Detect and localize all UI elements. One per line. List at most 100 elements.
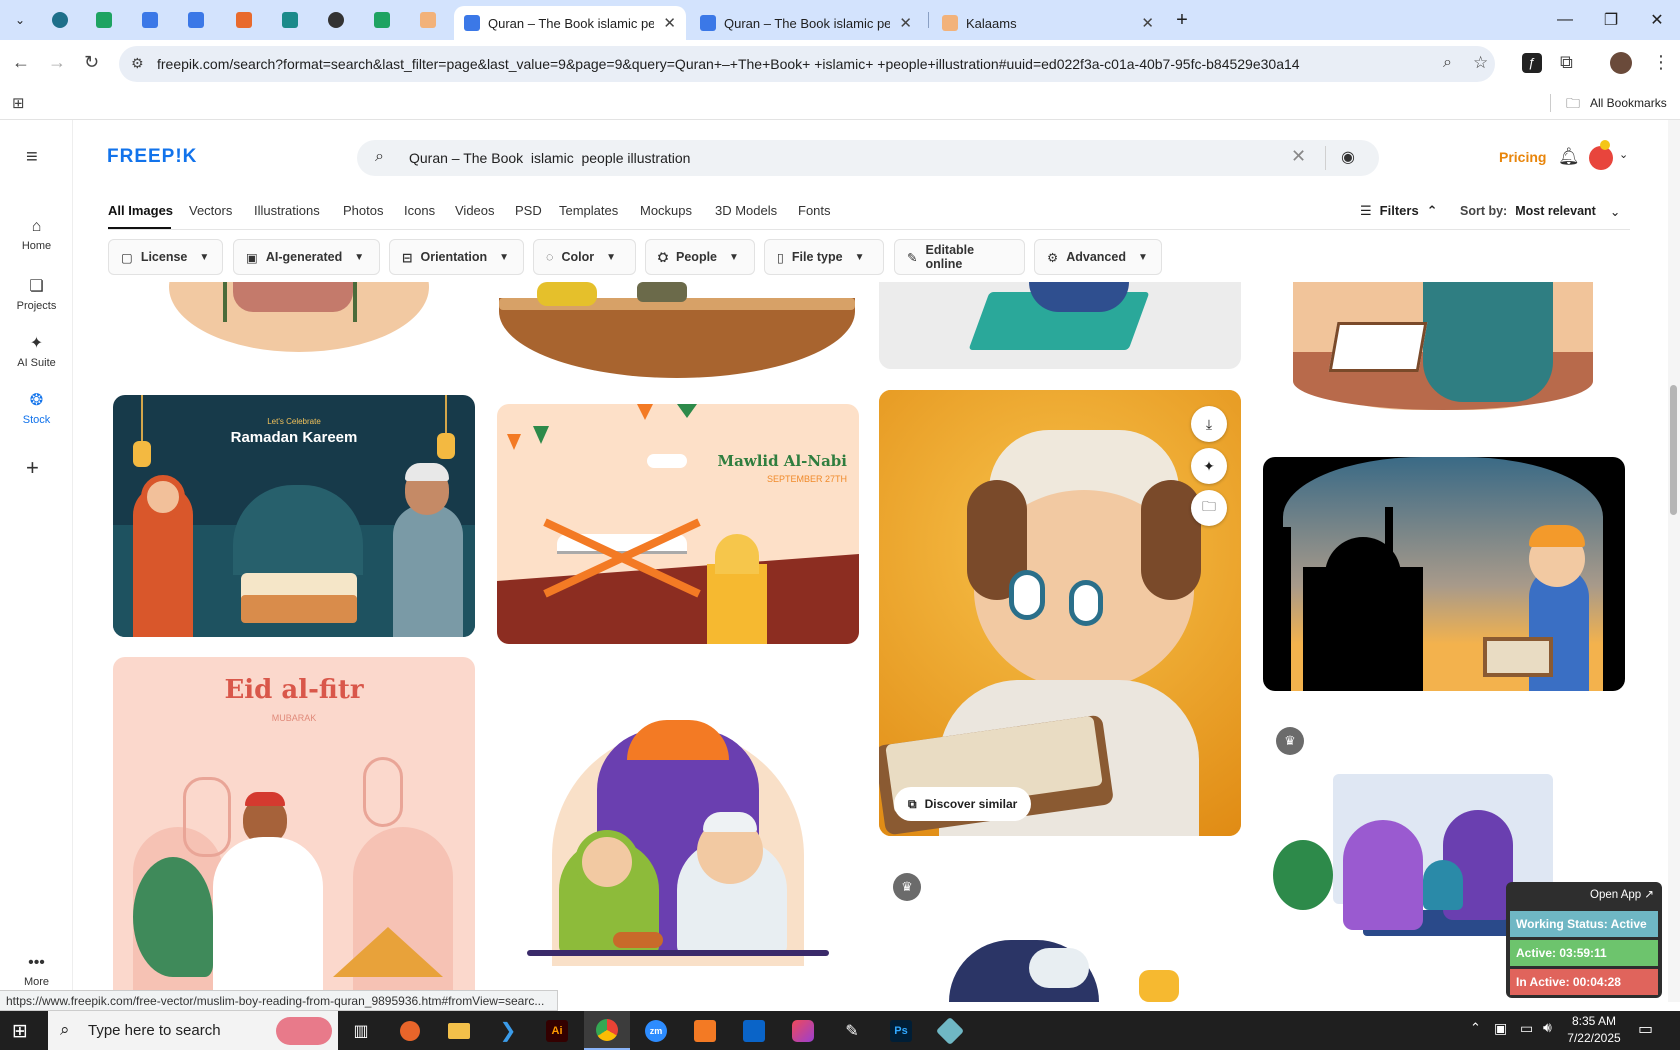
result-card[interactable] (1263, 282, 1625, 410)
save-to-folder-button[interactable]: 🗀 (1191, 490, 1227, 526)
scrollbar-thumb[interactable] (1670, 385, 1677, 515)
pen-tool-icon[interactable]: ✎ (829, 1011, 875, 1050)
filter-advanced[interactable]: ⚙ Advanced ▼ (1034, 239, 1162, 275)
camera-search-icon[interactable]: ◉ (1341, 147, 1355, 167)
notification-icon[interactable]: ▭ (1638, 1019, 1653, 1039)
hamburger-menu-icon[interactable]: ≡ (26, 146, 38, 169)
address-bar[interactable]: ⚙ freepik.com/search?format=search&last_… (119, 46, 1495, 82)
zoom-icon[interactable]: ⌕ (1443, 54, 1452, 72)
download-button[interactable]: ⤓ (1191, 406, 1227, 442)
tab-icons[interactable]: Icons (404, 203, 435, 218)
pricing-link[interactable]: Pricing (1499, 149, 1546, 165)
tracker-app-icon[interactable] (927, 1011, 973, 1050)
file-explorer-icon[interactable] (436, 1011, 482, 1050)
chrome-icon[interactable] (584, 1011, 630, 1050)
result-card[interactable] (879, 920, 1241, 1002)
minimize-button[interactable]: — (1542, 0, 1588, 40)
all-bookmarks[interactable]: All Bookmarks (1590, 96, 1667, 110)
pinned-tab-4[interactable] (182, 9, 210, 31)
filter-people[interactable]: ⛭ People ▼ (645, 239, 755, 275)
creative-cloud-icon[interactable] (780, 1011, 826, 1050)
filter-orientation[interactable]: ⊟ Orientation ▼ (389, 239, 524, 275)
nav-more[interactable]: ••• More (0, 954, 73, 988)
close-icon[interactable]: ✕ (663, 14, 676, 32)
close-window-button[interactable]: ✕ (1634, 0, 1680, 40)
taskbar-search-input[interactable]: ⌕ Type here to search (48, 1011, 338, 1050)
bell-icon[interactable]: 🔔︎ (1558, 147, 1580, 167)
tab-templates[interactable]: Templates (559, 203, 618, 218)
filter-editable-online[interactable]: ✎ Editable online (894, 239, 1025, 275)
tab-vectors[interactable]: Vectors (189, 203, 232, 218)
firefox-icon[interactable] (387, 1011, 433, 1050)
filters-toggle[interactable]: ☰ Filters ⌃ (1360, 203, 1438, 219)
outlook-icon[interactable] (731, 1011, 777, 1050)
profile-avatar[interactable] (1610, 52, 1632, 74)
filter-license[interactable]: ▢ License ▼ (108, 239, 223, 275)
illustrator-icon[interactable]: Ai (534, 1011, 580, 1050)
windows-start-icon[interactable]: ⊞ (12, 1020, 28, 1043)
photoshop-icon[interactable]: Ps (878, 1011, 924, 1050)
tab-illustrations[interactable]: Illustrations (254, 203, 320, 218)
menu-dots-icon[interactable]: ⋮ (1652, 52, 1670, 73)
extension-font-icon[interactable]: ƒ (1522, 53, 1542, 73)
result-card-boy-reading[interactable]: ⤓ ✦ 🗀 ⧉ Discover similar (879, 390, 1241, 836)
result-card-iftar[interactable] (497, 700, 859, 970)
nav-projects[interactable]: ❏ Projects (0, 276, 73, 312)
nav-home[interactable]: ⌂ Home (0, 218, 73, 252)
network-icon[interactable]: ▭ (1520, 1020, 1533, 1037)
result-card-mawlid[interactable]: Mawlid Al-Nabi SEPTEMBER 27TH (497, 404, 859, 644)
result-card[interactable] (497, 282, 859, 382)
tab-search-button[interactable]: ⌄ (6, 9, 34, 31)
tray-app-icon[interactable]: ▣ (1494, 1020, 1507, 1037)
zoom-app-icon[interactable]: zm (633, 1011, 679, 1050)
pinned-tab-3[interactable] (136, 9, 164, 31)
pinned-tab-8[interactable] (368, 9, 396, 31)
reload-icon[interactable]: ↻ (84, 52, 99, 73)
discover-similar-button[interactable]: ⧉ Discover similar (894, 787, 1032, 821)
tab-psd[interactable]: PSD (515, 203, 542, 218)
back-icon[interactable]: ← (12, 52, 30, 73)
filter-ai-generated[interactable]: ▣ AI-generated ▼ (233, 239, 380, 275)
maximize-button[interactable]: ❐ (1588, 0, 1634, 40)
nav-stock[interactable]: ❂ Stock (0, 390, 73, 426)
vscode-icon[interactable]: ❯ (485, 1011, 531, 1050)
tab-all-images[interactable]: All Images (108, 203, 173, 218)
freepik-logo[interactable]: FREEP!K (107, 146, 197, 168)
tab-fonts[interactable]: Fonts (798, 203, 831, 218)
open-app-link[interactable]: Open App ↗ (1506, 882, 1662, 906)
extensions-puzzle-icon[interactable]: ⧉ (1560, 52, 1573, 73)
nav-ai-suite[interactable]: ✦ AI Suite (0, 333, 73, 369)
taskbar-clock[interactable]: 8:35 AM 7/22/2025 (1560, 1013, 1628, 1047)
pinned-tab-9[interactable] (414, 9, 442, 31)
pinned-tab-6[interactable] (276, 9, 304, 31)
bookmark-star-icon[interactable]: ☆ (1473, 53, 1488, 73)
page-scrollbar[interactable] (1668, 120, 1680, 1002)
site-info-icon[interactable]: ⚙ (131, 55, 144, 72)
pinned-tab-5[interactable] (230, 9, 258, 31)
sort-select[interactable]: Sort by: Most relevant ⌄ (1460, 204, 1620, 219)
tab-2[interactable]: Quran – The Book islamic peop ✕ (690, 6, 922, 40)
result-card-mosque[interactable] (1263, 457, 1625, 691)
pinned-tab-2[interactable] (90, 9, 118, 31)
close-icon[interactable]: ✕ (1141, 14, 1154, 32)
search-input[interactable]: ⌕ Quran – The Book islamic people illust… (357, 140, 1379, 176)
tab-3d-models[interactable]: 3D Models (715, 203, 777, 218)
clear-search-icon[interactable]: ✕ (1291, 146, 1306, 167)
tab-active[interactable]: Quran – The Book islamic peop ✕ (454, 6, 686, 40)
pinned-tab-7[interactable] (322, 9, 350, 31)
new-tab-button[interactable]: + (1168, 9, 1196, 31)
add-icon[interactable]: + (26, 455, 39, 481)
task-view-icon[interactable]: ▥ (338, 1011, 384, 1050)
volume-icon[interactable]: 🔊︎ (1543, 1019, 1552, 1036)
result-card[interactable] (879, 282, 1241, 369)
result-card-ramadan[interactable]: Let's Celebrate Ramadan Kareem (113, 395, 475, 637)
user-avatar[interactable] (1589, 146, 1613, 170)
tab-photos[interactable]: Photos (343, 203, 383, 218)
xampp-icon[interactable] (682, 1011, 728, 1050)
forward-icon[interactable]: → (48, 52, 66, 73)
chevron-down-icon[interactable]: ⌄ (1619, 148, 1628, 161)
result-card[interactable] (113, 282, 475, 362)
tab-3[interactable]: Kalaams ✕ (932, 6, 1164, 40)
tab-videos[interactable]: Videos (455, 203, 495, 218)
pinned-tab-1[interactable] (46, 9, 74, 31)
